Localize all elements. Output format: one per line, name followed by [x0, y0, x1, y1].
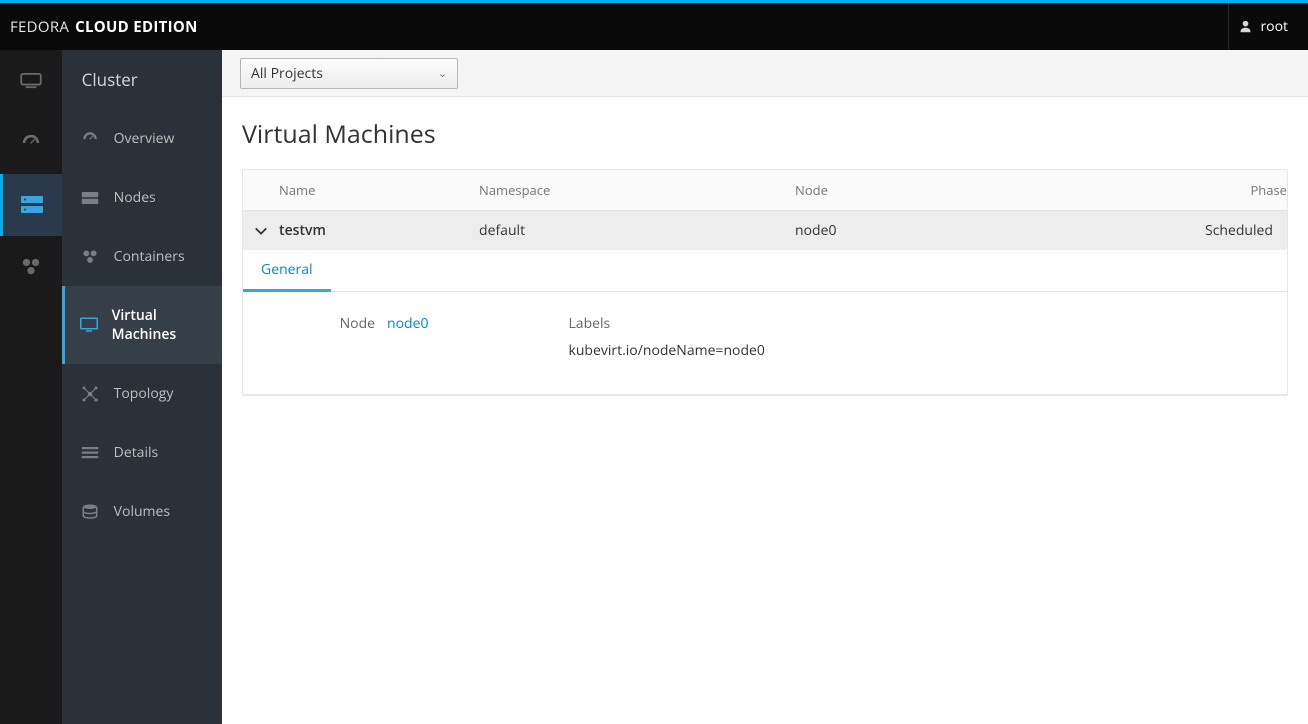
project-bar: All Projects ⌄ — [222, 50, 1308, 97]
project-dropdown[interactable]: All Projects ⌄ — [240, 58, 458, 89]
sidebar-item-topology[interactable]: Topology — [62, 364, 222, 423]
brand-thin: FEDORA — [10, 17, 69, 37]
sidebar-title: Cluster — [62, 50, 222, 109]
dropdown-label: All Projects — [251, 64, 323, 83]
detail-labels-value: kubevirt.io/nodeName=node0 — [568, 341, 764, 360]
sidebar-item-virtual-machines[interactable]: Virtual Machines — [62, 286, 222, 364]
tab-general[interactable]: General — [243, 250, 331, 292]
table-row[interactable]: testvm default node0 Scheduled — [243, 210, 1287, 250]
chevron-down-icon — [243, 224, 279, 238]
col-name: Name — [279, 181, 479, 199]
chevron-down-icon: ⌄ — [438, 66, 447, 81]
col-phase: Phase — [1205, 181, 1287, 199]
sidebar-item-details[interactable]: Details — [62, 423, 222, 482]
cell-node: node0 — [795, 221, 1205, 240]
sidebar: Cluster Overview Nodes Containers Virtua… — [62, 50, 222, 724]
list-icon — [80, 446, 100, 460]
sidebar-item-label: Overview — [114, 129, 175, 148]
col-namespace: Namespace — [479, 181, 795, 199]
detail-panel: Node node0 Labels kubevirt.io/nodeName=n… — [243, 292, 1287, 395]
user-name: root — [1260, 17, 1288, 36]
sidebar-item-label: Containers — [114, 247, 185, 266]
icon-rail — [0, 50, 62, 724]
screen-icon — [80, 317, 98, 333]
topbar: FEDORA CLOUD EDITION root — [0, 3, 1308, 50]
brand-bold: CLOUD EDITION — [75, 17, 197, 37]
database-icon — [80, 503, 100, 521]
sidebar-item-label: Volumes — [114, 502, 170, 521]
sidebar-item-volumes[interactable]: Volumes — [62, 482, 222, 541]
detail-labels-label: Labels — [568, 314, 764, 333]
brand: FEDORA CLOUD EDITION — [10, 17, 198, 37]
cell-name: testvm — [279, 221, 479, 240]
sidebar-item-label: Virtual Machines — [112, 306, 204, 344]
cell-phase: Scheduled — [1205, 221, 1287, 240]
content: All Projects ⌄ Virtual Machines Name Nam… — [222, 50, 1308, 724]
vm-table: Name Namespace Node Phase testvm default… — [242, 169, 1288, 396]
page-title: Virtual Machines — [242, 117, 1288, 151]
detail-node-label: Node — [333, 314, 375, 333]
rail-item-dashboard[interactable] — [0, 112, 62, 174]
sidebar-item-label: Details — [114, 443, 159, 462]
sidebar-item-label: Topology — [114, 384, 174, 403]
user-icon — [1239, 20, 1252, 33]
topology-icon — [80, 385, 100, 403]
user-menu[interactable]: root — [1228, 3, 1298, 50]
col-node: Node — [795, 181, 1205, 199]
tachometer-icon — [80, 130, 100, 148]
rail-item-system[interactable] — [0, 50, 62, 112]
server-icon — [80, 191, 100, 205]
sidebar-item-nodes[interactable]: Nodes — [62, 168, 222, 227]
rail-item-registry[interactable] — [0, 236, 62, 298]
sidebar-item-overview[interactable]: Overview — [62, 109, 222, 168]
cell-namespace: default — [479, 221, 795, 240]
sidebar-item-containers[interactable]: Containers — [62, 227, 222, 286]
rail-item-cluster[interactable] — [0, 174, 62, 236]
detail-tabs: General — [243, 250, 1287, 292]
detail-node-link[interactable]: node0 — [387, 314, 428, 333]
table-header: Name Namespace Node Phase — [243, 170, 1287, 210]
sidebar-item-label: Nodes — [114, 188, 156, 207]
cubes-icon — [80, 249, 100, 265]
